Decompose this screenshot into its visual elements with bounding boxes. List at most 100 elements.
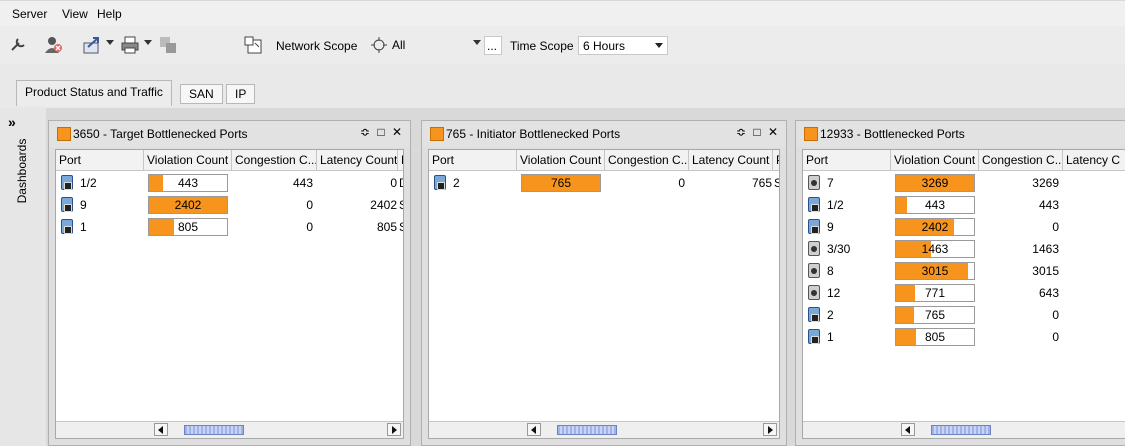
violation-count-bar: 1463 [895, 240, 975, 258]
violation-count-bar: 443 [148, 174, 228, 192]
table-row[interactable]: 18050805S [56, 216, 403, 238]
gray-port-icon [808, 285, 820, 300]
blue-port-icon [808, 307, 820, 322]
print-icon[interactable] [120, 35, 140, 55]
menu-server[interactable]: Server [12, 7, 47, 21]
scroll-thumb[interactable] [557, 425, 617, 435]
dashboards-sidebar: » Dashboards [0, 108, 47, 446]
network-scope-select[interactable]: All [388, 36, 498, 55]
tab-product-status-and-traffic[interactable]: Product Status and Traffic [16, 80, 172, 106]
column-header-latency-count[interactable]: Latency C [1063, 150, 1125, 170]
network-scope-label: Network Scope [276, 39, 358, 53]
port-cell: 2 [453, 176, 460, 190]
congestion-count-cell: 0 [1052, 308, 1059, 322]
maximize-window-icon[interactable] [243, 35, 263, 55]
panel-header: 12933 - Bottlenecked Ports [796, 121, 1125, 147]
table-header: Port Violation Count Congestion C... Lat… [803, 150, 1125, 171]
scroll-right-icon[interactable] [387, 423, 401, 436]
column-header-port[interactable]: Port [429, 150, 517, 170]
violation-count-cell: 805 [924, 330, 946, 344]
time-scope-select[interactable]: 6 Hours [578, 36, 668, 55]
network-scope-dropdown-icon[interactable] [473, 40, 481, 45]
scroll-left-icon[interactable] [901, 423, 915, 436]
horizontal-scrollbar[interactable] [429, 421, 779, 438]
network-scope-more-button[interactable]: ... [484, 36, 502, 55]
latency-count-cell: 0 [390, 176, 397, 190]
column-header-congestion-count[interactable]: Congestion C... [232, 150, 317, 170]
time-scope-label: Time Scope [510, 39, 574, 53]
table-row[interactable]: 12 771 643 [803, 282, 1125, 304]
table-row[interactable]: 8 3015 3015 [803, 260, 1125, 282]
table-row[interactable]: 3/30 1463 1463 [803, 238, 1125, 260]
port-cell: 2 [827, 308, 834, 322]
panel-title: 765 - Initiator Bottlenecked Ports [446, 127, 621, 141]
table-row[interactable]: 1 805 0 [803, 326, 1125, 348]
column-header-port[interactable]: Port [56, 150, 144, 170]
port-cell: 1 [827, 330, 834, 344]
gray-port-icon [808, 263, 820, 278]
congestion-count-cell: 0 [306, 198, 313, 212]
wrench-icon[interactable] [8, 35, 28, 55]
table-header: Port Violation Count Congestion C... Lat… [429, 150, 779, 171]
congestion-count-cell: 443 [1038, 198, 1059, 212]
column-header-violation-count[interactable]: Violation Count [517, 150, 605, 170]
table-row[interactable]: 2 765 0 [803, 304, 1125, 326]
table-row[interactable]: 9240202402S [56, 194, 403, 216]
violation-count-cell: 765 [924, 308, 946, 322]
port-cell: 12 [827, 286, 841, 300]
latency-count-cell: 2402 [370, 198, 397, 212]
horizontal-scrollbar[interactable] [56, 421, 403, 438]
tab-ip[interactable]: IP [226, 84, 256, 104]
blue-port-icon [808, 219, 820, 234]
blue-port-icon [434, 175, 446, 190]
panel-title: 3650 - Target Bottlenecked Ports [73, 127, 248, 141]
violation-count-bar: 3269 [895, 174, 975, 192]
column-header-violation-count[interactable]: Violation Count [891, 150, 979, 170]
violation-count-cell: 765 [550, 176, 572, 190]
gray-port-icon [808, 241, 820, 256]
violation-count-bar: 443 [895, 196, 975, 214]
column-header-congestion-count[interactable]: Congestion C... [979, 150, 1063, 170]
print-dropdown-icon[interactable] [144, 40, 152, 45]
port-cell: 1/2 [827, 198, 844, 212]
scroll-left-icon[interactable] [154, 423, 168, 436]
menu-help[interactable]: Help [97, 7, 122, 21]
tab-label: SAN [189, 87, 214, 101]
export-icon[interactable] [82, 35, 102, 55]
table-row[interactable]: 7 3269 3269 [803, 172, 1125, 194]
congestion-count-cell: 0 [678, 176, 685, 190]
table-row[interactable]: 9 2402 0 [803, 216, 1125, 238]
blue-port-icon [808, 329, 820, 344]
scroll-right-icon[interactable] [763, 423, 777, 436]
panel-target-bottlenecked-ports: 3650 - Target Bottlenecked Ports ≎ □ ✕ P… [48, 120, 411, 446]
column-header-p[interactable]: P [773, 150, 779, 170]
horizontal-scrollbar[interactable] [803, 421, 1125, 438]
column-header-port[interactable]: Port [803, 150, 891, 170]
tab-san[interactable]: SAN [180, 84, 223, 104]
panel-controls[interactable]: ≎ □ ✕ [360, 125, 404, 139]
scroll-thumb[interactable] [184, 425, 244, 435]
ports-table: Port Violation Count Congestion C... Lat… [802, 149, 1125, 439]
export-dropdown-icon[interactable] [106, 40, 114, 45]
users-icon[interactable] [44, 35, 64, 55]
table-row[interactable]: 1/2 443 443 0D [56, 172, 403, 194]
column-header-latency-count[interactable]: Latency Count [689, 150, 773, 170]
menu-view[interactable]: View [62, 7, 88, 21]
column-header-p[interactable]: P [398, 150, 403, 170]
scroll-thumb[interactable] [931, 425, 991, 435]
table-row[interactable]: 27650765S [429, 172, 779, 194]
table-row[interactable]: 1/2 443 443 [803, 194, 1125, 216]
panel-controls[interactable]: ≎ □ ✕ [736, 125, 780, 139]
network-scope-value: All [392, 38, 406, 52]
violation-count-bar: 3015 [895, 262, 975, 280]
ports-table: Port Violation Count Congestion C... Lat… [55, 149, 404, 439]
column-header-latency-count[interactable]: Latency Count [317, 150, 398, 170]
scroll-left-icon[interactable] [527, 423, 541, 436]
network-scope-icon [371, 37, 387, 53]
dashboards-label[interactable]: Dashboards [15, 131, 29, 211]
copy-icon[interactable] [158, 35, 178, 55]
expand-sidebar-icon[interactable]: » [8, 114, 16, 130]
column-header-congestion-count[interactable]: Congestion C... [605, 150, 689, 170]
violation-count-cell: 2402 [921, 220, 949, 234]
column-header-violation-count[interactable]: Violation Count [144, 150, 232, 170]
